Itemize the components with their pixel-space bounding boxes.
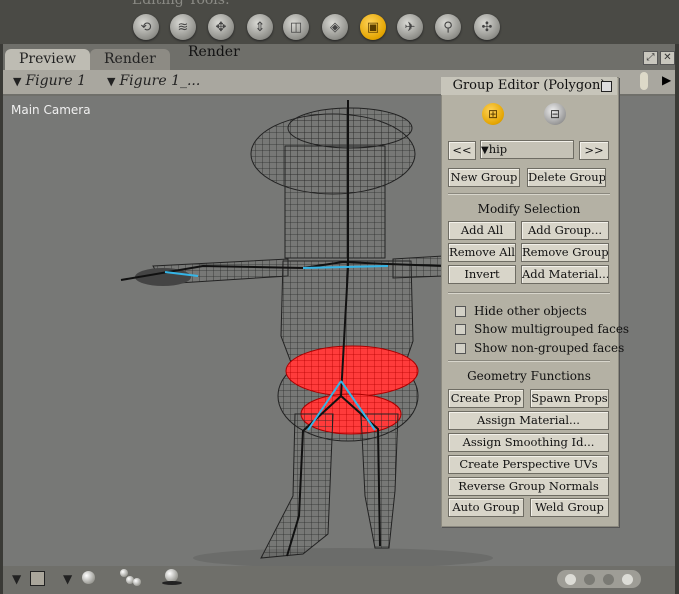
option-label: Hide other objects (474, 304, 587, 318)
taper-tool-icon[interactable]: ◫ (283, 14, 309, 40)
create-perspective-uvs-button[interactable]: Create Perspective UVs (448, 455, 609, 474)
dropdown-triangle-icon: ▼ (107, 75, 116, 88)
color-tool-icon[interactable]: ◈ (322, 14, 348, 40)
figure-icon[interactable] (640, 72, 648, 90)
figure-select[interactable]: ▼ Figure 1 (13, 73, 86, 89)
group-select-value: hip (488, 142, 508, 156)
next-group-button[interactable]: >> (579, 141, 609, 160)
group-select[interactable]: ▼hip (480, 140, 574, 159)
body-part-select[interactable]: ▼ Figure 1_... (107, 73, 200, 89)
divider (448, 292, 610, 294)
editing-tools-label: Editing Tools: (132, 0, 230, 8)
zoom-tool-icon[interactable]: ⚲ (435, 14, 461, 40)
grouping-tool-icon[interactable]: ▣ (360, 14, 386, 40)
window-controls: ⤢ ✕ (641, 45, 675, 65)
dropdown-triangle-icon: ▼ (481, 145, 489, 156)
tab-render[interactable]: Render (90, 49, 170, 70)
add-all-button[interactable]: Add All (448, 221, 516, 240)
modify-selection-label: Modify Selection (477, 202, 581, 216)
dropdown-triangle-icon: ▼ (13, 75, 22, 88)
auto-group-button[interactable]: Auto Group (448, 498, 524, 517)
divider (448, 360, 610, 362)
show-non-grouped-faces-option[interactable]: Show non-grouped faces (455, 341, 624, 355)
multi-ball-icon[interactable] (120, 569, 142, 587)
checkbox[interactable] (455, 323, 466, 335)
light-indicator[interactable] (603, 573, 614, 585)
close-icon[interactable] (601, 81, 612, 92)
checkbox[interactable] (455, 342, 466, 354)
invert-button[interactable]: Invert (448, 265, 516, 284)
scale-tool-icon[interactable]: ⇕ (247, 14, 273, 40)
resize-icon[interactable]: ⤢ (643, 51, 658, 65)
twist-tool-icon[interactable]: ≋ (170, 14, 196, 40)
body-part-select-value: Figure 1_... (119, 73, 201, 89)
add-material-button[interactable]: Add Material... (521, 265, 609, 284)
close-icon[interactable]: ✕ (660, 51, 675, 65)
previous-group-button[interactable]: << (448, 141, 476, 160)
light-controls[interactable] (557, 570, 641, 588)
assign-smoothing-id-button[interactable]: Assign Smoothing Id... (448, 433, 609, 452)
add-group-button[interactable]: Add Group... (521, 221, 609, 240)
option-label: Show multigrouped faces (474, 322, 630, 336)
remove-group-button[interactable]: Remove Group... (521, 243, 609, 262)
geometry-functions-label: Geometry Functions (467, 369, 591, 383)
light-indicator[interactable] (622, 573, 633, 585)
document-style-menu-icon[interactable]: ▼ (12, 572, 21, 586)
weld-group-button[interactable]: Weld Group (530, 498, 609, 517)
element-style-icon[interactable] (162, 569, 182, 587)
show-multigrouped-faces-option[interactable]: Show multigrouped faces (455, 322, 629, 336)
checkbox[interactable] (455, 305, 466, 317)
smooth-shaded-ball-icon[interactable] (82, 571, 95, 584)
direct-manipulation-icon[interactable]: ✣ (474, 14, 500, 40)
spawn-props-button[interactable]: Spawn Props (530, 389, 609, 408)
assign-material-button[interactable]: Assign Material... (448, 411, 609, 430)
figure-select-value: Figure 1 (25, 73, 86, 89)
view-magnifier-icon[interactable]: ✈ (397, 14, 423, 40)
tab-preview[interactable]: Preview (5, 49, 91, 70)
light-indicator[interactable] (565, 573, 576, 585)
new-group-button[interactable]: New Group (448, 168, 520, 187)
hide-other-objects-option[interactable]: Hide other objects (455, 304, 587, 318)
rotate-tool-icon[interactable]: ⟲ (133, 14, 159, 40)
hair-mesh (250, 107, 416, 259)
translate-tool-icon[interactable]: ✥ (208, 14, 234, 40)
light-indicator[interactable] (584, 573, 595, 585)
delete-group-button[interactable]: Delete Group (527, 168, 606, 187)
option-label: Show non-grouped faces (474, 341, 625, 355)
group-editor-title[interactable]: Group Editor (Polygon) (441, 77, 617, 95)
divider (448, 193, 610, 195)
figure-style-menu-icon[interactable]: ▼ (63, 572, 72, 586)
play-arrow-icon[interactable]: ▶ (662, 73, 671, 87)
remove-polygons-icon[interactable]: ⊟ (544, 103, 566, 125)
window-title: Render (188, 44, 240, 60)
create-prop-button[interactable]: Create Prop (448, 389, 524, 408)
add-polygons-icon[interactable]: ⊞ (482, 103, 504, 125)
camera-label: Main Camera (11, 103, 91, 117)
reverse-group-normals-button[interactable]: Reverse Group Normals (448, 477, 609, 496)
remove-all-button[interactable]: Remove All (448, 243, 516, 262)
box-display-icon[interactable] (30, 571, 45, 586)
